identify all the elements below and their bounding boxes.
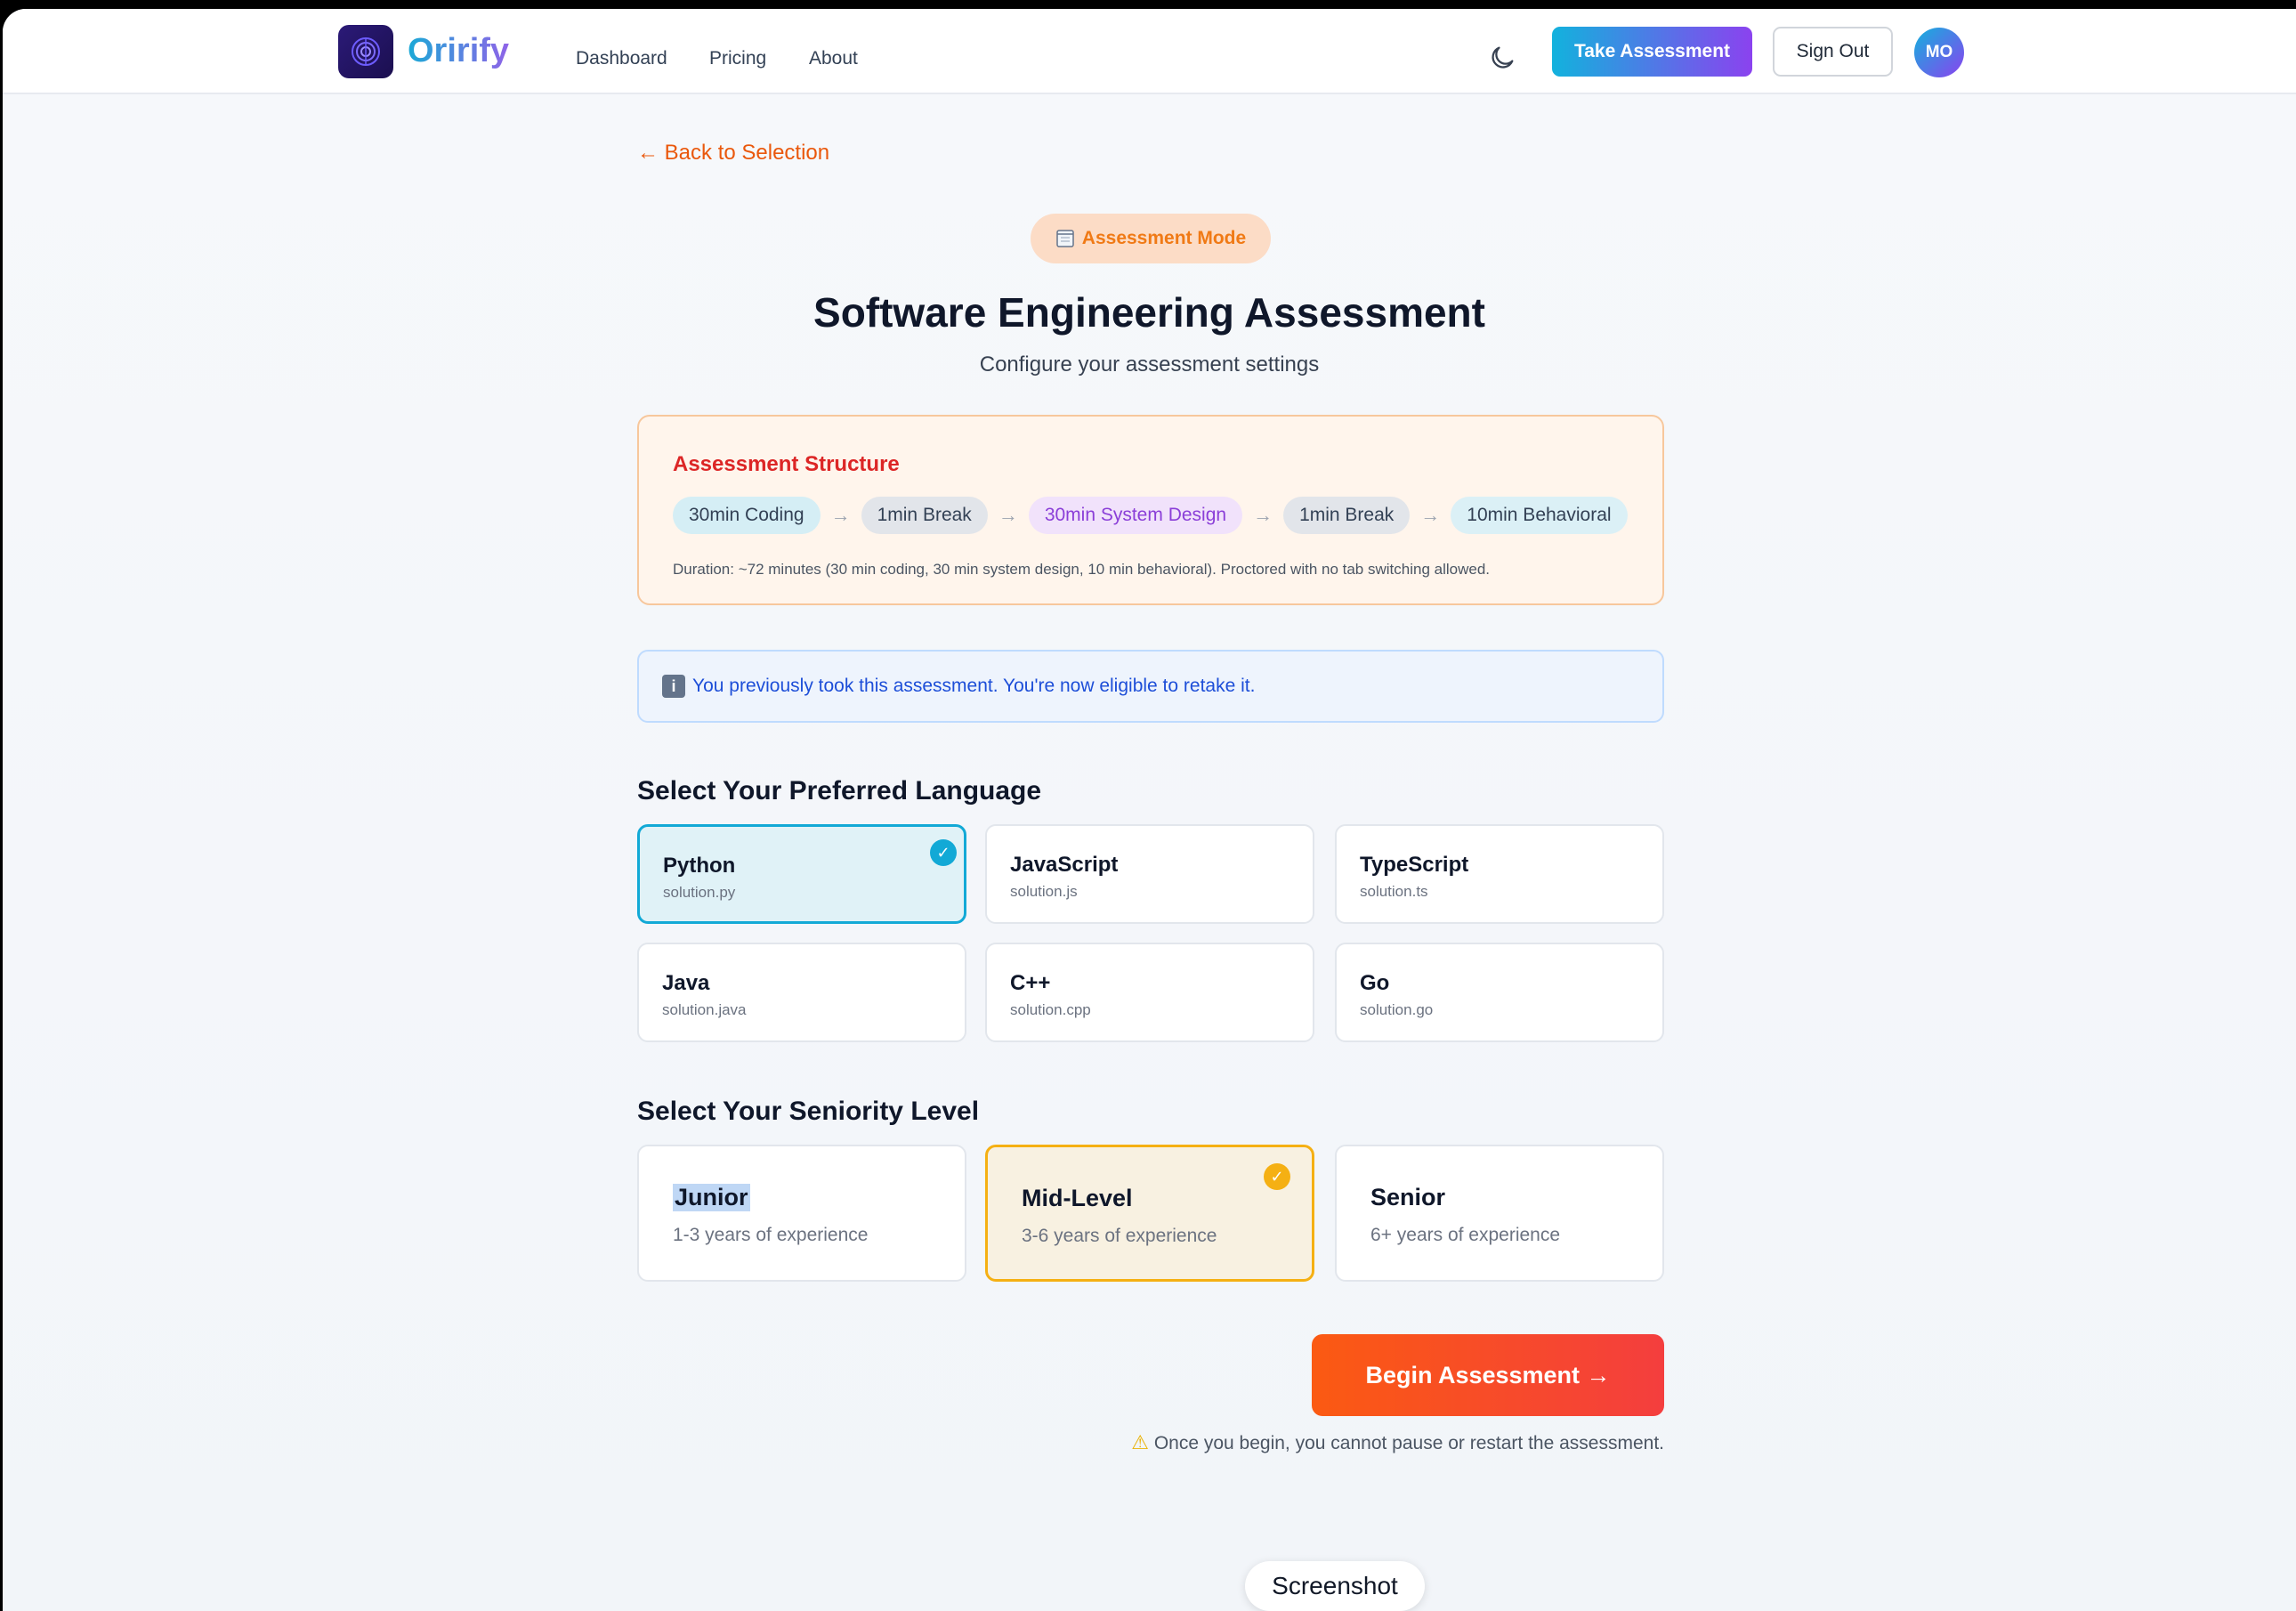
duration-note: Duration: ~72 minutes (30 min coding, 30… (673, 561, 1490, 578)
language-file: solution.go (1360, 1001, 1434, 1018)
language-option-java[interactable]: Java solution.java (637, 943, 966, 1042)
take-assessment-button[interactable]: Take Assessment (1552, 27, 1752, 77)
language-file: solution.cpp (1010, 1001, 1091, 1018)
language-name: JavaScript (1010, 853, 1119, 877)
assessment-structure-panel: Assessment Structure 30min Coding → 1min… (637, 415, 1664, 605)
begin-assessment-button[interactable]: Begin Assessment → (1312, 1334, 1664, 1416)
nav-pricing[interactable]: Pricing (709, 48, 766, 69)
avatar[interactable]: MO (1914, 28, 1964, 77)
language-file: solution.py (663, 884, 736, 901)
language-option-javascript[interactable]: JavaScript solution.js (985, 824, 1314, 924)
nav-dashboard[interactable]: Dashboard (576, 48, 667, 69)
language-name: Go (1360, 971, 1390, 995)
check-icon: ✓ (1264, 1163, 1290, 1190)
seniority-name: Mid-Level (1022, 1185, 1133, 1211)
step-arrow: → (998, 504, 1018, 526)
step-arrow: → (1253, 504, 1273, 526)
seniority-option-junior[interactable]: Junior 1-3 years of experience (637, 1145, 966, 1282)
assessment-mode-badge: Assessment Mode (1031, 214, 1271, 263)
seniority-name: Senior (1370, 1184, 1446, 1210)
notepad-icon (1056, 230, 1074, 247)
page-title: Software Engineering Assessment (813, 289, 1485, 336)
step-coding: 30min Coding (673, 497, 821, 534)
step-behavioral: 10min Behavioral (1451, 497, 1628, 534)
seniority-heading: Select Your Seniority Level (637, 1097, 980, 1126)
screenshot-tooltip: Screenshot (1245, 1561, 1425, 1611)
language-file: solution.ts (1360, 883, 1428, 900)
step-break: 1min Break (861, 497, 988, 534)
top-nav-bar: Orirify Dashboard Pricing About Take Ass… (3, 9, 2296, 94)
step-arrow: → (1420, 504, 1441, 526)
language-option-python[interactable]: Python solution.py ✓ (637, 824, 966, 924)
retake-info-text: You previously took this assessment. You… (692, 676, 1256, 696)
info-icon: i (662, 675, 685, 698)
moon-icon (1492, 46, 1514, 69)
language-option-go[interactable]: Go solution.go (1335, 943, 1664, 1042)
seniority-option-mid-level[interactable]: Mid-Level 3-6 years of experience ✓ (985, 1145, 1314, 1282)
seniority-desc: 3-6 years of experience (1022, 1226, 1217, 1246)
logo-icon[interactable] (338, 25, 393, 78)
seniority-desc: 6+ years of experience (1370, 1225, 1561, 1245)
language-name: C++ (1010, 971, 1051, 995)
nav-about[interactable]: About (809, 48, 858, 69)
app-window: Orirify Dashboard Pricing About Take Ass… (3, 9, 2296, 1611)
back-to-selection-link[interactable]: ← Back to Selection (637, 141, 829, 166)
language-name: Java (662, 971, 710, 995)
language-option-typescript[interactable]: TypeScript solution.ts (1335, 824, 1664, 924)
language-file: solution.java (662, 1001, 747, 1018)
step-break: 1min Break (1283, 497, 1411, 534)
seniority-name: Junior (673, 1184, 750, 1211)
language-file: solution.js (1010, 883, 1078, 900)
check-icon: ✓ (930, 839, 957, 866)
language-name: TypeScript (1360, 853, 1469, 877)
step-system-design: 30min System Design (1028, 497, 1243, 534)
brand-name[interactable]: Orirify (408, 32, 509, 70)
dark-mode-toggle[interactable] (1487, 43, 1517, 73)
no-pause-warning: ⚠ Once you begin, you cannot pause or re… (1124, 1431, 1664, 1454)
page-subtitle: Configure your assessment settings (979, 352, 1320, 376)
seniority-desc: 1-3 years of experience (673, 1225, 869, 1245)
structure-steps: 30min Coding → 1min Break → 30min System… (673, 497, 1628, 534)
language-option-cpp[interactable]: C++ solution.cpp (985, 943, 1314, 1042)
seniority-option-senior[interactable]: Senior 6+ years of experience (1335, 1145, 1664, 1282)
step-arrow: → (830, 504, 851, 526)
sign-out-button[interactable]: Sign Out (1773, 27, 1893, 77)
retake-info-banner: i You previously took this assessment. Y… (637, 650, 1664, 723)
warning-icon: ⚠ (1131, 1431, 1149, 1453)
language-heading: Select Your Preferred Language (637, 776, 1042, 806)
language-name: Python (663, 854, 736, 878)
structure-heading: Assessment Structure (673, 452, 900, 476)
warning-text: Once you begin, you cannot pause or rest… (1153, 1433, 1664, 1453)
assessment-mode-label: Assessment Mode (1081, 228, 1247, 248)
